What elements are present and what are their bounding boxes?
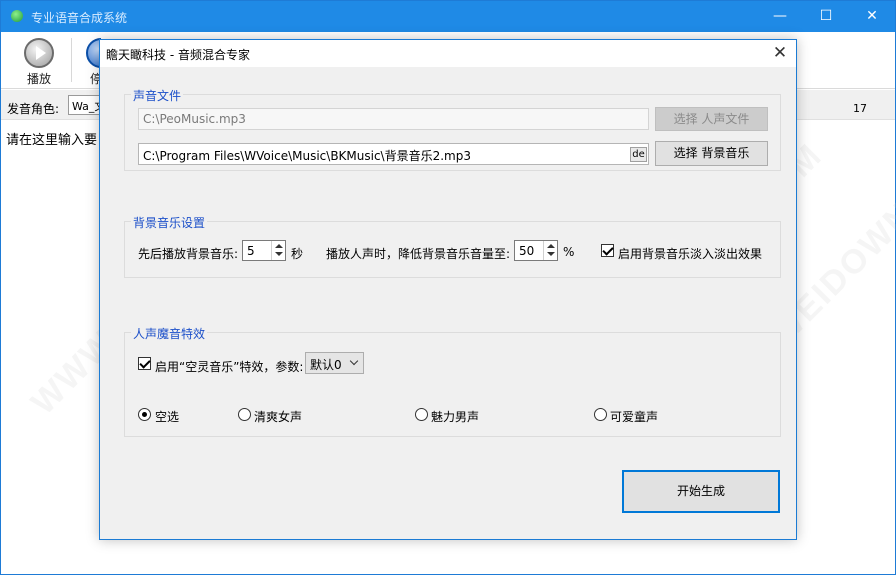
text-editor[interactable]: 请在这里输入要	[6, 129, 97, 148]
spin-up-icon[interactable]	[275, 244, 283, 248]
pre-play-label: 先后播放背景音乐:	[138, 247, 239, 261]
spin-down-icon[interactable]	[547, 252, 555, 256]
start-generate-button[interactable]: 开始生成	[622, 470, 780, 513]
radio-cute-child-label[interactable]: 可爱童声	[610, 408, 658, 425]
lower-volume-spinner[interactable]: 50	[514, 240, 558, 261]
toolbar-separator	[71, 38, 72, 82]
bgm-settings-title: 背景音乐设置	[131, 214, 208, 231]
radio-charm-male-label[interactable]: 魅力男声	[431, 408, 479, 425]
effect-param-select[interactable]: 默认0	[305, 352, 364, 374]
main-window-title: 专业语音合成系统	[31, 11, 128, 25]
enable-effect-label[interactable]: 启用“空灵音乐”特效，参数:	[155, 358, 303, 375]
stop-button[interactable]: 停	[73, 36, 101, 86]
lower-volume-value: 50	[519, 244, 535, 258]
spinner-arrows[interactable]	[543, 241, 557, 260]
sound-files-title: 声音文件	[131, 87, 184, 104]
ime-de-icon: de	[630, 147, 647, 162]
fade-label[interactable]: 启用背景音乐淡入淡出效果	[618, 245, 762, 262]
dialog-titlebar[interactable]: 瞻天瞰科技 - 音频混合专家 ✕	[100, 40, 796, 67]
app-icon	[11, 10, 23, 22]
lower-volume-label: 播放人声时，降低背景音乐音量至:	[326, 247, 511, 261]
play-button[interactable]: 播放	[9, 36, 69, 86]
close-button[interactable]: ✕	[849, 1, 895, 32]
dialog-title: 瞻天瞰科技 - 音频混合专家	[106, 48, 250, 62]
main-titlebar[interactable]: 专业语音合成系统 — ☐ ✕	[1, 1, 895, 32]
effect-param-value: 默认0	[310, 358, 342, 372]
radio-fresh-female[interactable]	[238, 408, 251, 421]
pre-play-unit: 秒	[291, 247, 304, 261]
play-icon	[24, 38, 54, 68]
bgm-file-path-field[interactable]: C:\Program Files\WVoice\Music\BKMusic\背景…	[138, 143, 649, 165]
pre-play-seconds-value: 5	[247, 244, 255, 258]
spin-up-icon[interactable]	[547, 244, 555, 248]
radio-none-label[interactable]: 空选	[155, 408, 179, 425]
spin-down-icon[interactable]	[275, 252, 283, 256]
voice-role-label: 发音角色:	[7, 102, 60, 116]
radio-cute-child[interactable]	[594, 408, 607, 421]
voice-counter: 17	[853, 102, 867, 115]
play-label: 播放	[26, 72, 51, 86]
maximize-button[interactable]: ☐	[803, 1, 849, 32]
fade-checkbox[interactable]	[601, 244, 614, 257]
spinner-arrows[interactable]	[271, 241, 285, 260]
enable-effect-checkbox[interactable]	[138, 357, 151, 370]
audio-mix-dialog: 瞻天瞰科技 - 音频混合专家 ✕ 声音文件 C:\PeoMusic.mp3 选择…	[99, 39, 797, 540]
pre-play-seconds-spinner[interactable]: 5	[242, 240, 286, 261]
radio-charm-male[interactable]	[415, 408, 428, 421]
radio-none[interactable]	[138, 408, 151, 421]
voice-file-path-field[interactable]: C:\PeoMusic.mp3	[138, 108, 649, 130]
dialog-close-button[interactable]: ✕	[764, 40, 796, 67]
minimize-button[interactable]: —	[757, 1, 803, 32]
choose-voice-file-button[interactable]: 选择 人声文件	[655, 107, 768, 131]
radio-fresh-female-label[interactable]: 清爽女声	[254, 408, 302, 425]
stop-label: 停	[90, 72, 101, 86]
voice-effects-title: 人声魔音特效	[131, 325, 208, 342]
choose-bgm-button[interactable]: 选择 背景音乐	[655, 141, 768, 166]
lower-volume-unit: %	[563, 245, 575, 259]
chevron-down-icon	[349, 356, 359, 366]
bgm-file-path-text: C:\Program Files\WVoice\Music\BKMusic\背景…	[143, 149, 471, 163]
